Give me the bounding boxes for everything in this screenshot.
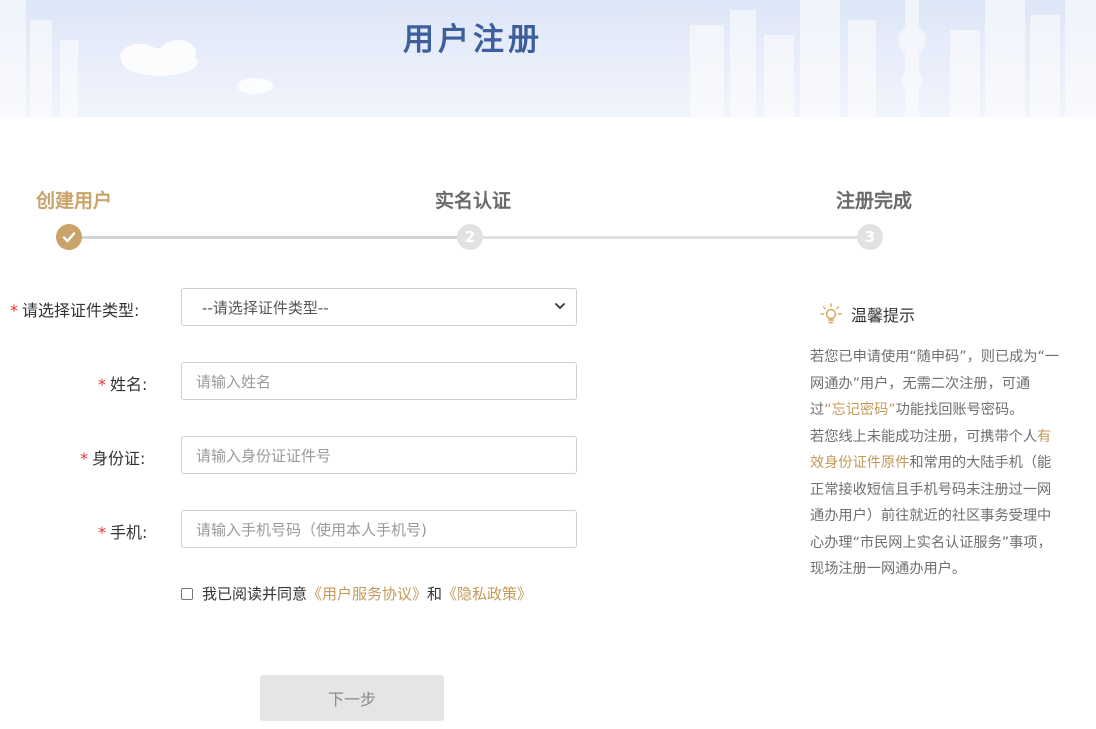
step-label-real-name: 实名认证 [435,190,512,212]
step-circle-2: 2 [457,224,483,250]
phone-input-placeholder: 请输入手机号码（使用本人手机号) [196,520,427,539]
id-type-label: * 请选择证件类型: [10,297,139,321]
tips-paragraph-1: 若您已申请使用“随申码”，则已成为“一网通办”用户，无需二次注册，可通过“忘记密… [810,344,1060,424]
step-circle-3: 3 [857,224,883,250]
agreement-checkbox[interactable] [181,587,193,600]
id-type-select[interactable]: --请选择证件类型-- [181,288,577,326]
required-marker: * [98,375,106,394]
id-number-label: * 身份证: [80,445,145,469]
next-step-button[interactable]: 下一步 [260,675,444,721]
required-marker: * [10,301,18,320]
step-circle-1 [56,224,82,250]
required-marker: * [80,449,88,468]
name-input[interactable]: 请输入姓名 [181,362,577,400]
id-type-label-text: 请选择证件类型: [22,301,140,320]
step-label-complete: 注册完成 [836,190,913,212]
id-number-input-placeholder: 请输入身份证证件号 [196,446,332,465]
tips-p1-text-b: 功能找回账号密码。 [895,402,1024,418]
agreement-prefix: 我已阅读并同意 [202,585,308,603]
tips-p2-text-a: 若您线上未能成功注册，可携带个人 [810,428,1038,445]
required-marker: * [98,523,106,542]
phone-label: * 手机: [98,519,147,543]
header-banner: 用户注册 [0,0,1096,117]
terms-of-service-link[interactable]: 《用户服务协议》 [307,583,427,604]
tips-body: 若您已申请使用“随申码”，则已成为“一网通办”用户，无需二次注册，可通过“忘记密… [810,344,1060,583]
tips-header: 温馨提示 [820,302,915,326]
agreement-and: 和 [427,585,443,603]
step-label-create-user: 创建用户 [36,190,113,212]
id-number-input[interactable]: 请输入身份证证件号 [181,436,577,474]
tips-paragraph-2: 若您线上未能成功注册，可携带个人有效身份证件原件和常用的大陆手机（能正常接收短信… [810,424,1060,583]
checkmark-icon [62,232,76,243]
agreement-row: 我已阅读并同意 《用户服务协议》 和 《隐私政策》 [181,583,532,604]
lightbulb-icon [820,303,842,324]
phone-label-text: 手机: [110,523,148,542]
privacy-policy-link[interactable]: 《隐私政策》 [442,583,532,604]
name-label: * 姓名: [98,371,147,395]
id-number-label-text: 身份证: [92,449,146,468]
id-type-select-value: --请选择证件类型-- [202,298,329,317]
forgot-password-link[interactable]: “忘记密码” [824,402,895,418]
tips-p2-text-b: 和常用的大陆手机（能正常接收短信且手机号码未注册过一网通办用户）前往就近的社区事… [810,455,1052,577]
phone-input[interactable]: 请输入手机号码（使用本人手机号) [181,510,577,548]
step-connector-1 [82,236,457,239]
page-title: 用户注册 [403,22,543,58]
chevron-down-icon [555,303,565,309]
tips-title: 温馨提示 [851,306,916,325]
step-connector-2 [482,236,858,239]
name-input-placeholder: 请输入姓名 [196,372,272,391]
name-label-text: 姓名: [110,375,148,394]
